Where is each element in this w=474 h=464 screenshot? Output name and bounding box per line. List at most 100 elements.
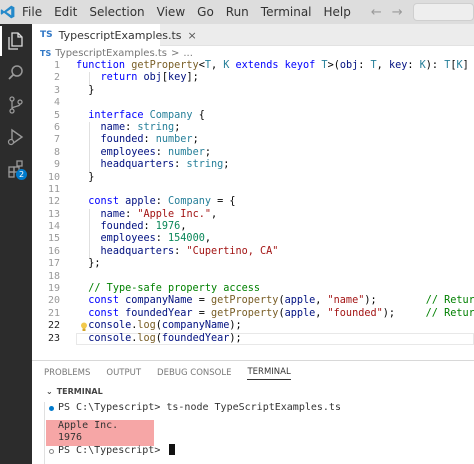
terminal-prompt: PS C:\Typescript> <box>58 444 176 456</box>
code-line: function getProperty<T, K extends keyof … <box>76 60 469 71</box>
tab-output[interactable]: OUTPUT <box>106 368 141 378</box>
line-number: 10 <box>47 171 60 183</box>
tab-typescript-examples[interactable]: TS TypescriptExamples.ts × <box>32 24 197 46</box>
code-editor[interactable]: 1 2 3 4 5 6 7 8 9 10 11 12 13 14 15 16 1… <box>32 60 474 360</box>
editor-tab-bar: TS TypescriptExamples.ts × <box>32 24 474 46</box>
code-line: } <box>76 84 95 96</box>
code-lines: function getProperty<T, K extends keyof … <box>76 60 474 345</box>
code-line: const foundedYear = getProperty(apple, "… <box>88 307 474 319</box>
tab-terminal[interactable]: TERMINAL <box>247 367 291 380</box>
code-line: console.log(foundedYear); <box>88 332 242 344</box>
breadcrumb-separator: > <box>170 47 180 59</box>
line-number: 13 <box>47 208 60 220</box>
close-icon[interactable]: × <box>188 29 197 42</box>
line-number: 20 <box>47 295 60 307</box>
line-number: 9 <box>53 159 60 171</box>
command-status-dot-icon[interactable] <box>49 449 54 454</box>
code-line: const apple: Company = { <box>88 196 236 208</box>
menu-selection[interactable]: Selection <box>83 0 150 24</box>
terminal-gutter-line <box>44 402 45 464</box>
line-number: 19 <box>47 283 60 295</box>
code-line: headquarters: string; <box>100 159 230 171</box>
vscode-logo-icon <box>0 0 16 24</box>
line-number: 23 <box>47 332 60 344</box>
breadcrumb-more[interactable]: ... <box>183 48 193 59</box>
line-number: 17 <box>47 258 60 270</box>
line-number: 15 <box>47 233 60 245</box>
code-line: founded: number; <box>100 134 199 146</box>
line-number: 18 <box>47 270 60 282</box>
terminal-section-header[interactable]: ⌄ TERMINAL <box>32 384 474 398</box>
command-status-dot-icon[interactable] <box>49 406 54 411</box>
typescript-file-icon: TS <box>40 30 53 40</box>
code-line: return obj[key]; <box>100 72 199 84</box>
tab-problems[interactable]: PROBLEMS <box>44 368 90 378</box>
tab-debug-console[interactable]: DEBUG CONSOLE <box>157 368 231 378</box>
menu-run[interactable]: Run <box>220 0 255 24</box>
code-line: headquarters: "Cupertino, CA" <box>100 245 279 257</box>
terminal-line: PS C:\Typescript> ts-node TypeScriptExam… <box>58 402 341 413</box>
line-number: 3 <box>53 84 60 96</box>
line-number: 11 <box>47 183 60 195</box>
menu-edit[interactable]: Edit <box>48 0 83 24</box>
line-number: 7 <box>53 134 60 146</box>
menu-file[interactable]: File <box>16 0 48 24</box>
terminal-output-line: Apple Inc. <box>58 420 119 431</box>
menu-terminal[interactable]: Terminal <box>255 0 318 24</box>
explorer-icon[interactable] <box>0 26 32 56</box>
code-line: } <box>76 171 95 183</box>
tab-label: TypescriptExamples.ts <box>58 28 182 42</box>
line-number: 21 <box>47 307 60 319</box>
breadcrumb-file[interactable]: TypescriptExamples.ts <box>55 48 167 59</box>
source-control-icon[interactable] <box>0 90 32 120</box>
activity-bar: 2 <box>0 24 32 464</box>
forward-arrow-icon[interactable]: → <box>392 5 403 20</box>
line-number: 5 <box>53 109 60 121</box>
code-line: }; <box>76 258 101 270</box>
code-line: employees: 154000, <box>100 233 211 245</box>
terminal-output-line: 1976 <box>58 432 83 443</box>
search-icon[interactable] <box>0 58 32 88</box>
menu-help[interactable]: Help <box>318 0 357 24</box>
menu-go[interactable]: Go <box>191 0 220 24</box>
line-number: 22 <box>47 320 60 332</box>
panel-tab-bar: PROBLEMS OUTPUT DEBUG CONSOLE TERMINAL <box>32 364 474 382</box>
menu-bar: File Edit Selection View Go Run Terminal… <box>16 0 357 24</box>
code-line: const companyName = getProperty(apple, "… <box>88 295 474 307</box>
code-line: name: "Apple Inc.", <box>100 208 218 220</box>
title-bar: File Edit Selection View Go Run Terminal… <box>0 0 474 24</box>
line-number: 1 <box>53 60 60 71</box>
run-debug-icon[interactable] <box>0 122 32 152</box>
line-number: 6 <box>53 121 60 133</box>
typescript-file-icon: TS <box>40 48 52 58</box>
line-number: 12 <box>47 196 60 208</box>
line-number: 4 <box>53 97 60 109</box>
breadcrumb: TS TypescriptExamples.ts > ... <box>32 46 474 60</box>
code-line: founded: 1976, <box>100 221 187 233</box>
code-line: // Type-safe property access <box>88 283 261 295</box>
terminal-cursor <box>169 444 176 455</box>
command-center-search[interactable] <box>412 3 474 21</box>
line-number: 16 <box>47 245 60 257</box>
terminal-prompt-text: PS C:\Typescript> <box>58 445 167 456</box>
code-line: interface Company { <box>88 109 205 121</box>
line-number: 8 <box>53 146 60 158</box>
terminal-section-label: TERMINAL <box>56 386 103 396</box>
line-number: 2 <box>53 72 60 84</box>
extensions-icon[interactable]: 2 <box>0 154 32 184</box>
code-line: console.log(companyName); <box>88 320 242 332</box>
chevron-down-icon: ⌄ <box>46 386 53 396</box>
back-arrow-icon[interactable]: ← <box>371 5 382 20</box>
terminal[interactable]: PS C:\Typescript> ts-node TypeScriptExam… <box>32 402 474 464</box>
panel-divider[interactable] <box>32 360 474 361</box>
code-line: name: string; <box>100 121 181 133</box>
line-number-gutter: 1 2 3 4 5 6 7 8 9 10 11 12 13 14 15 16 1… <box>32 60 62 345</box>
line-number: 14 <box>47 221 60 233</box>
extensions-badge: 2 <box>16 169 27 180</box>
navigation-arrows: ← → <box>371 5 403 20</box>
menu-view[interactable]: View <box>151 0 191 24</box>
code-line: employees: number; <box>100 146 211 158</box>
